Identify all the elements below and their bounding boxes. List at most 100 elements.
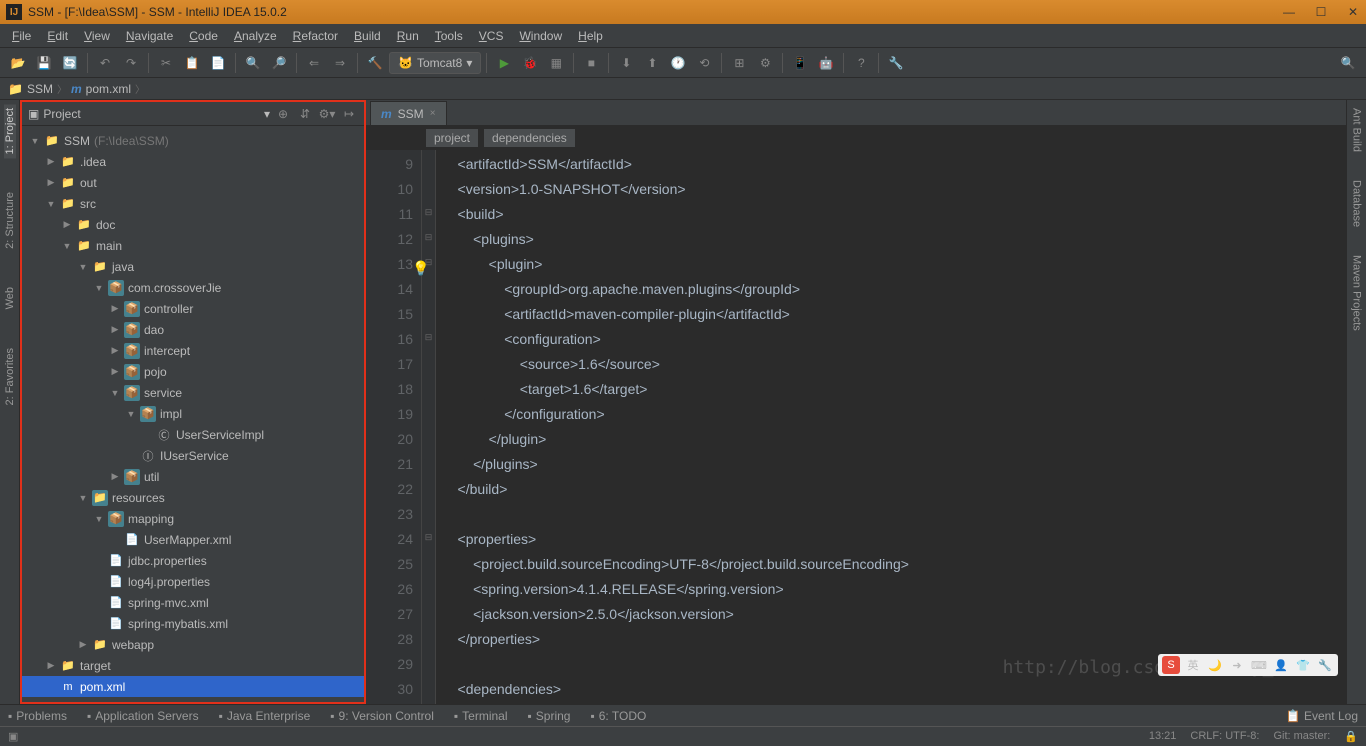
menu-window[interactable]: Window [511, 27, 570, 45]
ime-toolbar[interactable]: S 英🌙➜⌨👤👕🔧 [1158, 654, 1338, 676]
code-editor[interactable]: <artifactId>SSM</artifactId> <version>1.… [436, 150, 1346, 704]
tree-item-doc[interactable]: ▶📁doc [22, 214, 364, 235]
project-view-label[interactable]: Project [43, 107, 260, 121]
bottom-tool-javaenterprise[interactable]: ▪ Java Enterprise [219, 709, 311, 723]
menu-file[interactable]: File [4, 27, 39, 45]
xml-crumb-dependencies[interactable]: dependencies [484, 129, 575, 147]
structure-icon[interactable]: ⊞ [727, 51, 751, 75]
tree-item-iuserservice[interactable]: ⒾIUserService [22, 445, 364, 466]
tree-item-target[interactable]: ▶📁target [22, 655, 364, 676]
tree-arrow-icon[interactable]: ▼ [126, 409, 136, 419]
tree-arrow-icon[interactable]: ▶ [62, 219, 72, 230]
crumb-file[interactable]: m pom.xml [71, 82, 131, 96]
bottom-tool-9versioncontrol[interactable]: ▪ 9: Version Control [330, 709, 434, 723]
menu-build[interactable]: Build [346, 27, 389, 45]
tree-item-userserviceimpl[interactable]: ⒸUserServiceImpl [22, 424, 364, 445]
paste-icon[interactable]: 📄 [206, 51, 230, 75]
intention-bulb-icon[interactable]: 💡 [412, 256, 429, 281]
tree-arrow-icon[interactable]: ▼ [62, 241, 72, 251]
target-icon[interactable]: ⊕ [274, 105, 292, 123]
tree-arrow-icon[interactable]: ▶ [46, 177, 56, 188]
tree-item-log4jproperties[interactable]: 📄log4j.properties [22, 571, 364, 592]
chevron-down-icon[interactable]: ▾ [264, 107, 270, 121]
build-icon[interactable]: 🔨 [363, 51, 387, 75]
tree-item-springmvcxml[interactable]: 📄spring-mvc.xml [22, 592, 364, 613]
menu-tools[interactable]: Tools [427, 27, 471, 45]
tree-item-webapp[interactable]: ▶📁webapp [22, 634, 364, 655]
tree-item-java[interactable]: ▼📁java [22, 256, 364, 277]
menu-help[interactable]: Help [570, 27, 611, 45]
tree-item-intercept[interactable]: ▶📦intercept [22, 340, 364, 361]
back-icon[interactable]: ⇐ [302, 51, 326, 75]
tree-item-util[interactable]: ▶📦util [22, 466, 364, 487]
gear-icon[interactable]: ⚙▾ [318, 105, 336, 123]
tree-item-service[interactable]: ▼📦service [22, 382, 364, 403]
project-tree[interactable]: ▼📁SSM (F:\Idea\SSM)▶📁.idea▶📁out▼📁src▶📁do… [22, 126, 364, 702]
menu-run[interactable]: Run [389, 27, 427, 45]
tree-item-pomxml[interactable]: mpom.xml [22, 676, 364, 697]
tree-item-idea[interactable]: ▶📁.idea [22, 151, 364, 172]
coverage-icon[interactable]: ▦ [544, 51, 568, 75]
tree-arrow-icon[interactable]: ▼ [94, 283, 104, 293]
tree-item-ssm[interactable]: ▼📁SSM (F:\Idea\SSM) [22, 130, 364, 151]
menu-code[interactable]: Code [181, 27, 226, 45]
encoding[interactable]: CRLF: UTF-8: [1190, 730, 1259, 743]
fold-gutter[interactable]: ⊟⊟⊟⊟⊟ [422, 150, 436, 704]
tree-item-comcrossoverjie[interactable]: ▼📦com.crossoverJie [22, 277, 364, 298]
tree-item-dao[interactable]: ▶📦dao [22, 319, 364, 340]
save-icon[interactable]: 💾 [32, 51, 56, 75]
tree-item-out[interactable]: ▶📁out [22, 172, 364, 193]
tree-arrow-icon[interactable]: ▶ [110, 345, 120, 356]
left-tool-structure[interactable]: 2: Structure [4, 188, 16, 253]
tree-arrow-icon[interactable]: ▶ [110, 471, 120, 482]
maximize-button[interactable]: ☐ [1314, 5, 1328, 19]
hide-icon[interactable]: ↦ [340, 105, 358, 123]
vcs-update-icon[interactable]: ⬇ [614, 51, 638, 75]
line-gutter[interactable]: 9101112131415161718192021222324252627282… [366, 150, 422, 704]
settings-icon[interactable]: ⚙ [753, 51, 777, 75]
menu-edit[interactable]: Edit [39, 27, 76, 45]
tree-item-pojo[interactable]: ▶📦pojo [22, 361, 364, 382]
menu-analyze[interactable]: Analyze [226, 27, 285, 45]
android-icon[interactable]: 🤖 [814, 51, 838, 75]
help-icon[interactable]: ? [849, 51, 873, 75]
right-tool-antbuild[interactable]: Ant Build [1351, 104, 1363, 156]
tree-item-resources[interactable]: ▼📁resources [22, 487, 364, 508]
close-tab-icon[interactable]: × [430, 108, 436, 119]
left-tool-web[interactable]: Web [4, 283, 16, 313]
crumb-root[interactable]: 📁 SSM [8, 82, 53, 96]
tree-arrow-icon[interactable]: ▼ [30, 136, 40, 146]
copy-icon[interactable]: 📋 [180, 51, 204, 75]
search-everywhere-icon[interactable]: 🔍 [1336, 51, 1360, 75]
sync-icon[interactable]: 🔄 [58, 51, 82, 75]
bottom-tool-spring[interactable]: ▪ Spring [528, 709, 571, 723]
menu-refactor[interactable]: Refactor [285, 27, 346, 45]
left-tool-project[interactable]: 1: Project [4, 104, 16, 158]
tree-item-main[interactable]: ▼📁main [22, 235, 364, 256]
tree-item-impl[interactable]: ▼📦impl [22, 403, 364, 424]
stop-icon[interactable]: ■ [579, 51, 603, 75]
tree-arrow-icon[interactable]: ▶ [110, 324, 120, 335]
replace-icon[interactable]: 🔎 [267, 51, 291, 75]
bottom-tool-applicationservers[interactable]: ▪ Application Servers [87, 709, 199, 723]
tree-item-usermapperxml[interactable]: 📄UserMapper.xml [22, 529, 364, 550]
close-button[interactable]: ✕ [1346, 5, 1360, 19]
menu-navigate[interactable]: Navigate [118, 27, 181, 45]
run-config-select[interactable]: 🐱 Tomcat8 ▾ [389, 52, 481, 74]
open-icon[interactable]: 📂 [6, 51, 30, 75]
menu-vcs[interactable]: VCS [471, 27, 512, 45]
sdk-icon[interactable]: 📱 [788, 51, 812, 75]
status-icon[interactable]: ▣ [8, 730, 18, 743]
minimize-button[interactable]: — [1282, 5, 1296, 19]
lock-icon[interactable]: 🔒 [1344, 730, 1358, 743]
left-tool-favorites[interactable]: 2: Favorites [4, 344, 16, 409]
tree-arrow-icon[interactable]: ▶ [110, 366, 120, 377]
find-icon[interactable]: 🔍 [241, 51, 265, 75]
redo-icon[interactable]: ↷ [119, 51, 143, 75]
right-tool-database[interactable]: Database [1351, 176, 1363, 231]
tree-item-src[interactable]: ▼📁src [22, 193, 364, 214]
tree-arrow-icon[interactable]: ▼ [110, 388, 120, 398]
debug-icon[interactable]: 🐞 [518, 51, 542, 75]
tree-item-controller[interactable]: ▶📦controller [22, 298, 364, 319]
right-tool-mavenprojects[interactable]: Maven Projects [1351, 251, 1363, 335]
